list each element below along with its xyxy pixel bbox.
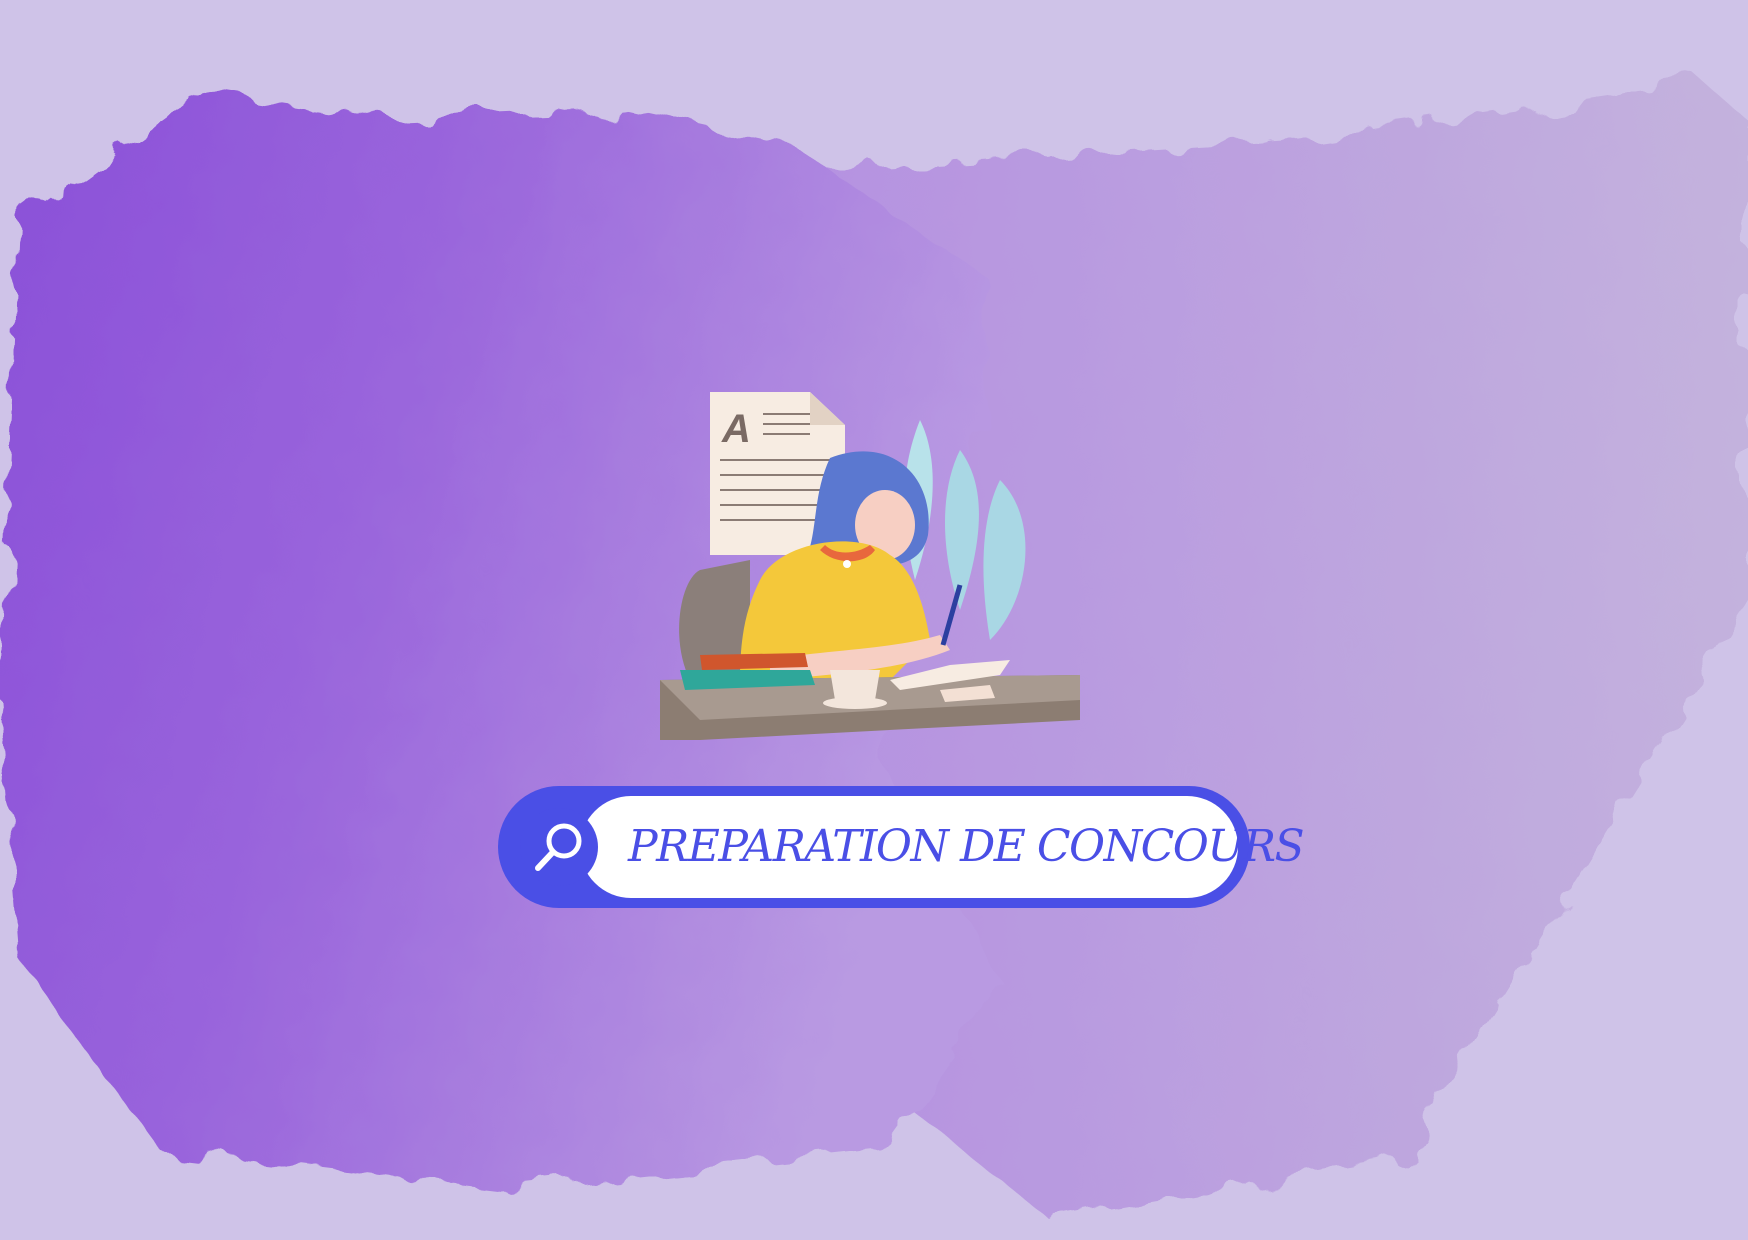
search-icon [535,823,582,871]
pen-icon [940,584,963,646]
search-bar[interactable]: PREPARATION DE CONCOURS [498,786,1305,908]
search-button[interactable] [520,808,598,886]
search-bar-text: PREPARATION DE CONCOURS [628,821,1305,872]
document-letter: A [721,407,751,451]
student-writing-illustration: A [660,392,1080,740]
